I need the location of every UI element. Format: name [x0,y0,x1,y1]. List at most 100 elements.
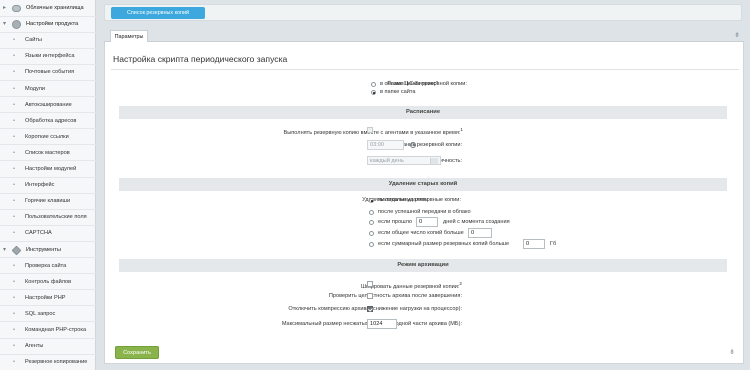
agents-label: Выполнять резервную копию вместе с агент… [284,127,463,136]
sidebar-item[interactable]: • Проверка сайта [0,258,96,275]
bullet-icon: • [13,85,15,92]
chevron-right-icon[interactable]: ▸ [3,0,6,16]
sidebar-item[interactable]: • Короткие ссылки [0,129,96,146]
sidebar-item-label: SQL запрос [25,310,56,317]
pin-icon[interactable]: ⇟ [729,348,735,356]
bullet-icon: • [13,69,15,76]
cleanup-days-input[interactable]: 0 [416,217,438,227]
sidebar-item[interactable]: • Горячие клавиши [0,193,96,210]
cleanup-size-suffix: Гб [550,241,557,247]
period-select[interactable]: каждый день [367,156,441,165]
cleanup-never-radio[interactable] [369,198,374,203]
sidebar-item-label: Настройки продукта [26,21,79,28]
placement-cloud-label: в облаке "1С-Битрикс" [380,81,439,87]
sidebar-item-label: Интерфейс [25,182,55,189]
cleanup-after-upload-radio[interactable] [369,210,374,215]
sidebar-nav: ▸ Облачные хранилища ▾ Настройки продукта • С… [0,0,96,370]
sidebar-section[interactable]: ▾ Инструменты [0,242,96,258]
cleanup-never-label: никогда не удалять [378,197,429,203]
sidebar-item[interactable]: • Настройки PHP [0,290,96,307]
chevron-down-icon[interactable]: ▾ [3,16,6,32]
sidebar-item-label: Горячие клавиши [25,198,71,205]
compress-checkbox[interactable] [367,306,373,312]
cleanup-days-label: если прошло [378,219,413,225]
sidebar-item[interactable]: • Контроль файлов [0,274,96,291]
verify-checkbox[interactable] [367,293,373,299]
sidebar-item[interactable]: • CAPTCHA [0,225,96,242]
placement-site-radio[interactable] [371,90,376,95]
bullet-icon: • [13,166,15,172]
sidebar-item[interactable]: • Автокэширование [0,97,96,114]
cloud-icon [12,5,21,12]
chevron-down-icon[interactable]: ▾ [3,242,6,258]
sidebar-item-label: Сайты [25,37,42,44]
encrypt-footnote: 2 [459,281,462,286]
bullet-icon: • [13,37,15,44]
bullet-icon: • [13,214,15,221]
sidebar-item[interactable]: • Языки интерфейса [0,48,96,65]
maxsize-input[interactable]: 1024 [367,319,397,329]
sidebar-item-label: Резервное копирование [25,359,88,366]
sidebar-item-label: Настройки PHP [25,294,66,301]
tab-parameters[interactable]: Параметры [110,30,148,42]
sidebar-item-label: Пользовательские поля [25,214,87,221]
sidebar-item-label: Инструменты [26,246,61,253]
main-area: Список резервных копий Параметры ⇟ Настр… [100,0,750,370]
verify-label: Проверить целостность архива после завер… [328,293,462,299]
sidebar-item-label: Командная PHP-строка [25,327,87,333]
compress-label: Отключить компрессию архива (снижение на… [288,306,462,312]
pin-icon[interactable]: ⇟ [734,31,740,39]
toolbar: Список резервных копий [104,4,742,21]
bullet-icon: • [13,53,15,60]
encrypt-checkbox[interactable] [367,281,373,287]
backup-list-button[interactable]: Список резервных копий [111,7,205,19]
sidebar-item-label: Контроль файлов [25,278,72,285]
archive-section-header: Режим архивации [119,259,727,272]
sidebar-item[interactable]: • Настройки модулей [0,161,96,178]
sidebar-section[interactable]: ▸ Облачные хранилища [0,0,96,17]
sidebar-item[interactable]: • Почтовые события [0,64,96,81]
cleanup-size-label: если суммарный размер резервных копий бо… [378,241,510,247]
sidebar-item-label: Агенты [25,343,44,350]
sidebar-item[interactable]: • Модули [0,81,96,97]
sidebar-section[interactable]: ▾ Настройки продукта [0,16,96,33]
bullet-icon: • [13,327,15,333]
sidebar-item[interactable]: • Агенты [0,338,96,355]
bullet-icon: • [13,310,15,317]
page-title: Настройка скрипта периодического запуска [113,54,288,64]
sidebar-item[interactable]: • Пользовательские поля [0,209,96,226]
cleanup-days-suffix: дней с момента создания [443,219,510,225]
save-button[interactable]: Сохранить [115,346,159,359]
time-input[interactable]: 03:00 [367,140,404,150]
cleanup-after-upload-label: после успешной передачи в облако [378,209,471,215]
cleanup-count-input[interactable]: 0 [468,228,492,238]
bullet-icon: • [13,262,15,269]
bullet-icon: • [13,182,15,189]
clock-icon[interactable] [410,142,416,148]
cleanup-section-header: Удаление старых копий [119,178,727,191]
sidebar-item-label: Модули [25,85,46,92]
agents-checkbox[interactable] [367,127,373,133]
bullet-icon: • [13,101,15,108]
sidebar-item[interactable]: • SQL запрос [0,306,96,323]
cleanup-days-radio[interactable] [369,220,374,225]
settings-icon [12,20,21,30]
schedule-section-header: Расписание [119,106,727,119]
sidebar-item-label: Языки интерфейса [25,53,75,60]
sidebar-item-label: Обработка адресов [25,117,77,124]
placement-site-label: в папке сайта [380,89,416,95]
sidebar-item[interactable]: • Сайты [0,32,96,49]
sidebar-item[interactable]: • Командная PHP-строка [0,322,96,339]
sidebar-item[interactable]: • Список мастеров [0,145,96,162]
cleanup-count-radio[interactable] [369,231,374,236]
bullet-icon: • [13,343,15,350]
agents-footnote: 1 [460,127,463,132]
cleanup-size-input[interactable]: 0 [523,239,545,249]
placement-cloud-radio[interactable] [371,82,376,87]
cleanup-size-radio[interactable] [369,242,374,247]
encrypt-label-text: Шифровать данные резервной копии: [361,283,460,290]
sidebar-item[interactable]: • Обработка адресов [0,113,96,130]
tools-icon [11,245,22,255]
sidebar-item[interactable]: • Интерфейс [0,177,96,194]
sidebar-item[interactable]: • Резервное копирование [0,354,96,370]
